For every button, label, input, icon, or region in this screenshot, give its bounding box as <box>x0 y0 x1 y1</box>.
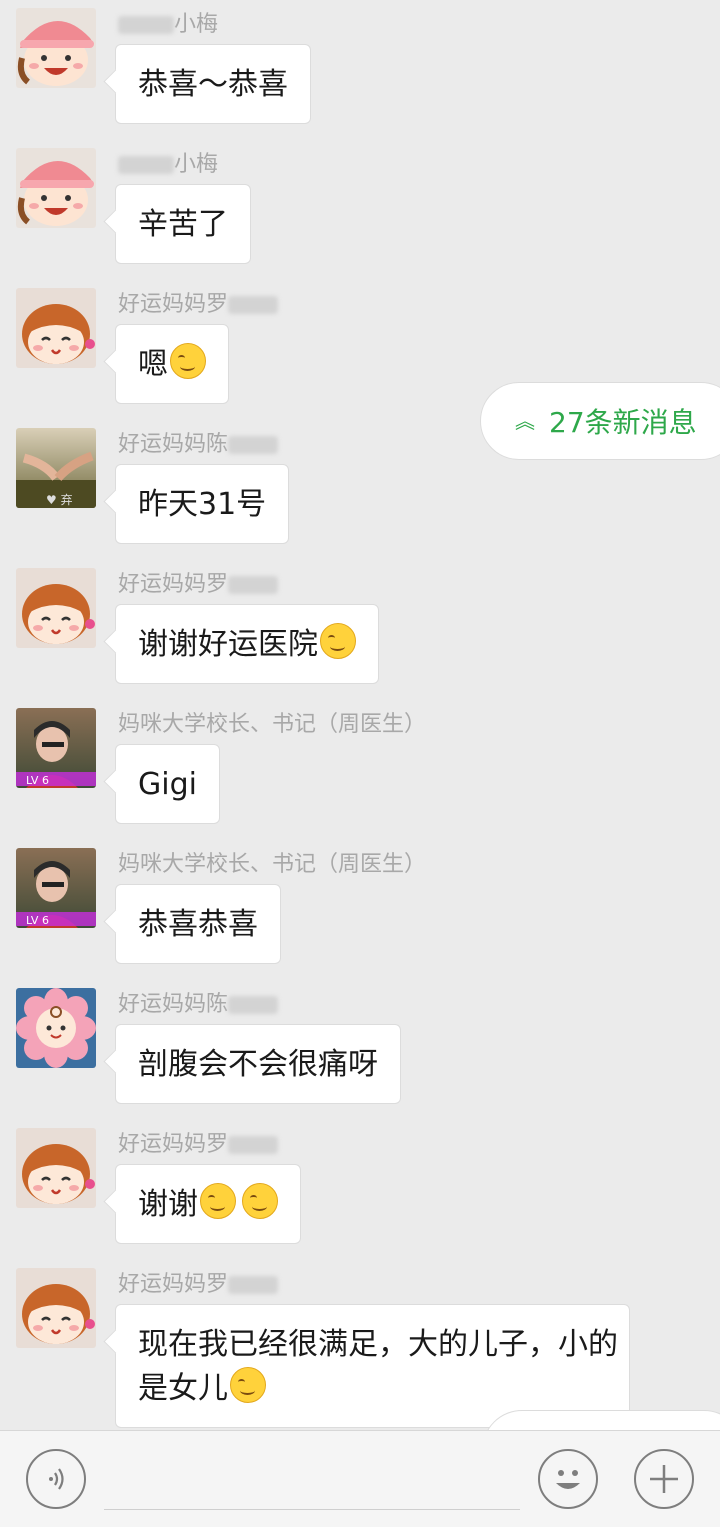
emoji-button[interactable] <box>538 1449 598 1509</box>
voice-icon <box>49 1468 64 1490</box>
sender-name: 小梅 <box>118 12 218 38</box>
message-input[interactable] <box>104 1509 520 1510</box>
message-bubble[interactable]: 谢谢 <box>115 1164 301 1244</box>
sender-name: 好运妈妈陈 <box>118 432 279 458</box>
avatar[interactable] <box>16 1128 96 1208</box>
smiley-icon <box>556 1470 580 1489</box>
sender-name: 妈咪大学校长、书记（周医生） <box>118 712 427 737</box>
message-bubble[interactable]: 恭喜～恭喜 <box>115 44 311 124</box>
sender-name: 小梅 <box>118 152 218 178</box>
avatar[interactable] <box>16 568 96 648</box>
sender-name: 好运妈妈罗 <box>118 572 279 598</box>
new-messages-label: 27条新消息 <box>549 406 697 439</box>
input-bar <box>0 1430 720 1527</box>
smile-emoji-icon <box>242 1183 278 1219</box>
sender-name: 好运妈妈陈 <box>118 992 279 1018</box>
message-bubble[interactable]: 昨天31号 <box>115 464 290 544</box>
message-bubble[interactable]: 嗯 <box>115 324 229 404</box>
avatar[interactable] <box>16 988 96 1068</box>
smile-emoji-icon <box>230 1367 266 1403</box>
smile-emoji-icon <box>170 343 206 379</box>
more-button[interactable] <box>634 1449 694 1509</box>
double-chevron-up-icon: ︽ <box>515 409 535 433</box>
avatar[interactable]: LV 6 <box>16 708 96 788</box>
message-bubble[interactable]: 恭喜恭喜 <box>115 884 281 964</box>
voice-button[interactable] <box>26 1449 86 1509</box>
avatar[interactable] <box>16 8 96 88</box>
sender-name: 好运妈妈罗 <box>118 1272 279 1298</box>
message-bubble[interactable]: 谢谢好运医院 <box>115 604 379 684</box>
svg-text:♥ 弃: ♥ 弃 <box>46 492 73 507</box>
sender-name: 好运妈妈罗 <box>118 292 279 318</box>
avatar[interactable] <box>16 288 96 368</box>
avatar[interactable] <box>16 148 96 228</box>
sender-name: 好运妈妈罗 <box>118 1132 279 1158</box>
avatar[interactable]: LV 6 <box>16 848 96 928</box>
message-bubble[interactable]: 辛苦了 <box>115 184 251 264</box>
message-bubble[interactable]: 剖腹会不会很痛呀 <box>115 1024 401 1104</box>
smile-emoji-icon <box>320 623 356 659</box>
level-badge: LV 6 <box>26 914 49 927</box>
smile-emoji-icon <box>200 1183 236 1219</box>
new-messages-button[interactable]: ︽ 27条新消息 <box>480 382 720 460</box>
plus-icon <box>650 1465 678 1493</box>
avatar[interactable] <box>16 1268 96 1348</box>
level-badge: LV 6 <box>26 774 49 787</box>
avatar[interactable]: ♥ 弃 <box>16 428 96 508</box>
sender-name: 妈咪大学校长、书记（周医生） <box>118 852 427 877</box>
message-bubble[interactable]: Gigi <box>115 744 220 824</box>
